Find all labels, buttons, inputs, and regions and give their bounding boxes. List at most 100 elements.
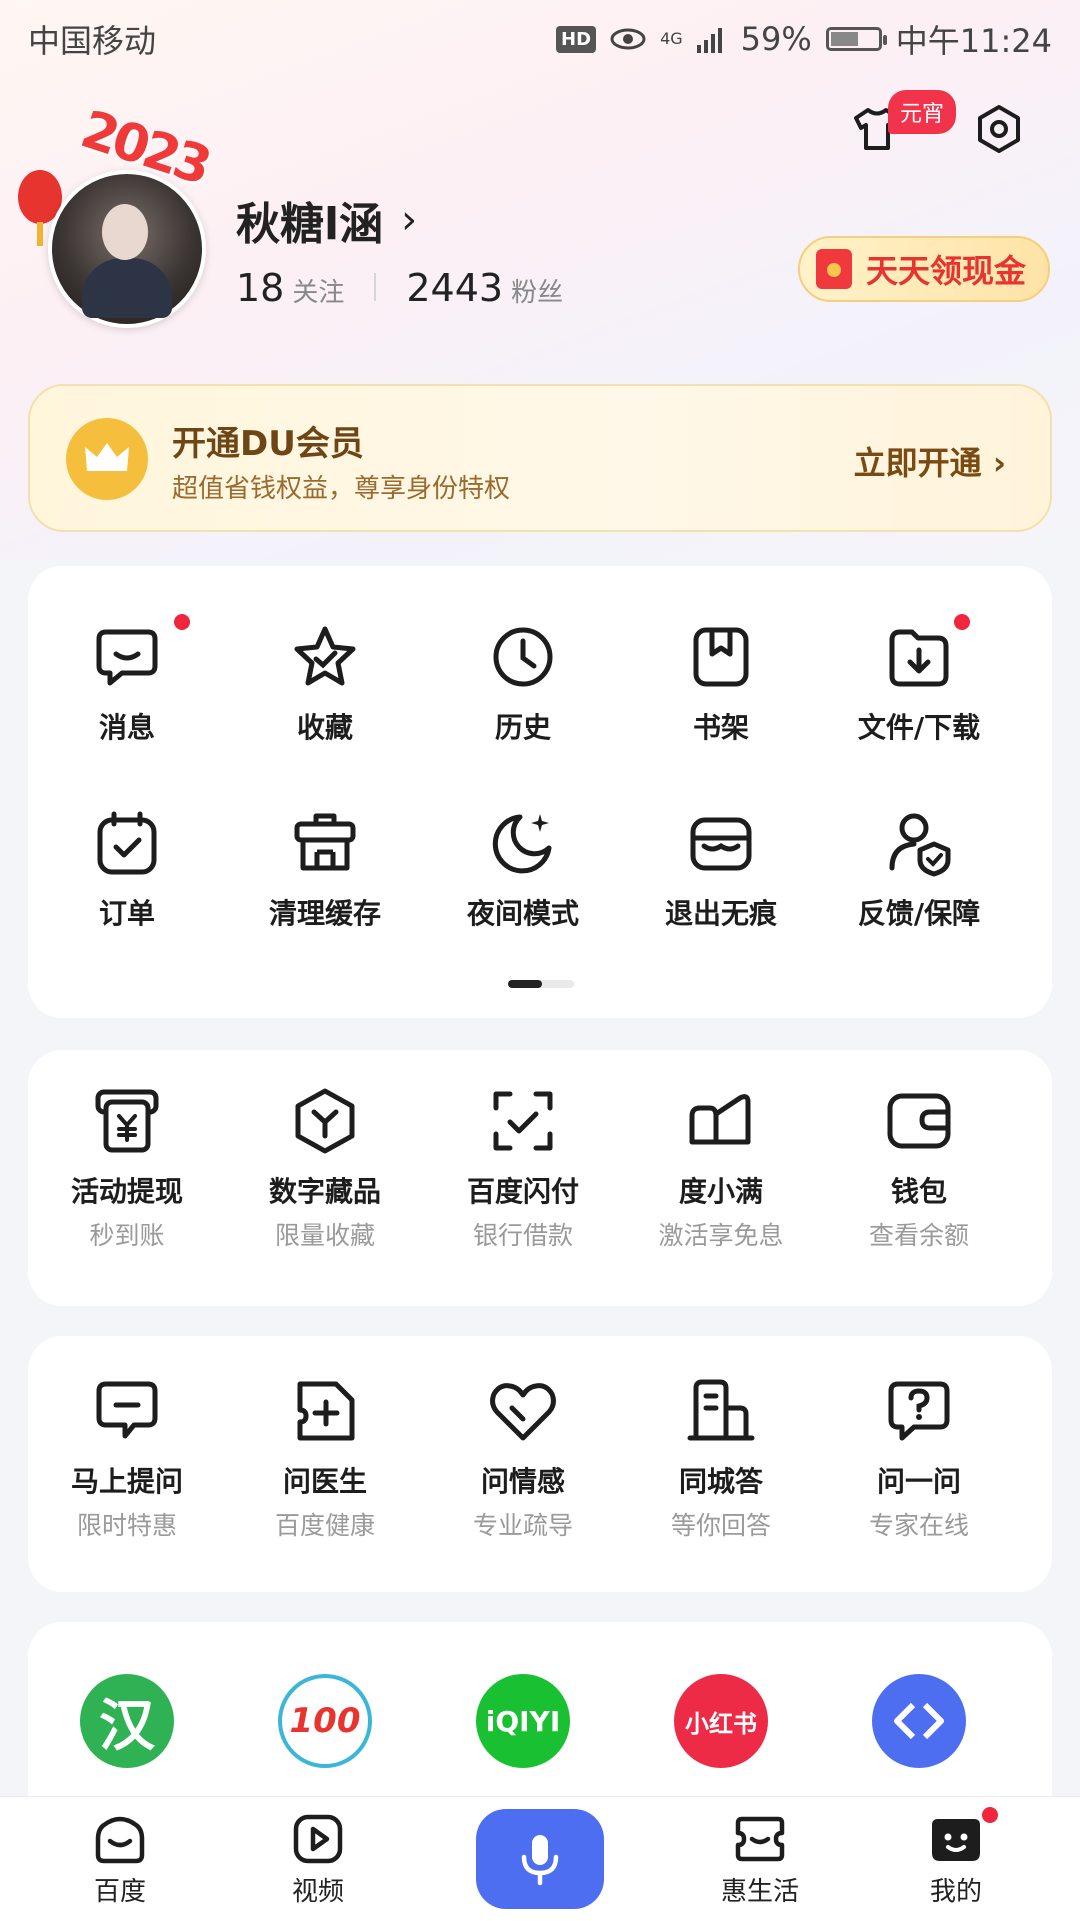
daily-cash-button[interactable]: 天天领现金 <box>798 236 1050 302</box>
voice-search-button[interactable] <box>476 1809 604 1909</box>
order-icon <box>97 811 157 875</box>
scan-pay-icon <box>493 1091 553 1151</box>
app-zuoyebang[interactable]: 100 <box>226 1674 424 1768</box>
ask-question[interactable]: 问一问 专家在线 <box>820 1376 1018 1542</box>
ask-bubble-icon <box>96 1381 158 1439</box>
withdraw-icon <box>95 1089 159 1153</box>
clock: 中午11:24 <box>895 22 1052 60</box>
tools-row-2: 订单 清理缓存 夜间模式 退出无痕 反馈/保障 <box>28 808 1052 932</box>
finance-label: 数字藏品 <box>268 1175 381 1208</box>
chevron-right-icon: › <box>401 197 418 243</box>
red-envelope-icon <box>816 249 852 289</box>
vip-subtitle: 超值省钱权益，尊享身份特权 <box>172 474 511 504</box>
doctor-icon <box>297 1381 355 1441</box>
hd-icon: HD <box>556 25 597 53</box>
bottom-nav: 百度 视频 惠生活 我的 <box>0 1796 1080 1921</box>
app-iqiyi[interactable]: iQIYI <box>424 1674 622 1768</box>
daily-cash-label: 天天领现金 <box>866 252 1027 290</box>
finance-withdraw[interactable]: 活动提现 秒到账 <box>28 1086 226 1252</box>
moon-icon <box>492 814 552 874</box>
vip-banner[interactable]: 开通DU会员 超值省钱权益，尊享身份特权 立即开通 › <box>28 384 1052 532</box>
finance-label: 度小满 <box>678 1175 763 1208</box>
finance-collectibles[interactable]: 数字藏品 限量收藏 <box>226 1086 424 1252</box>
ask-sub: 限时特惠 <box>76 1511 177 1540</box>
eye-icon <box>610 28 646 50</box>
hanyu-app-icon: 汉 <box>80 1674 174 1768</box>
tool-clear-cache[interactable]: 清理缓存 <box>226 808 424 932</box>
tool-favorites[interactable]: 收藏 <box>226 622 424 746</box>
nav-mine[interactable]: 我的 <box>896 1807 1016 1908</box>
ask-local[interactable]: 同城答 等你回答 <box>622 1376 820 1542</box>
follow-label[interactable]: 关注 <box>292 272 344 309</box>
app-xiaohongshu[interactable]: 小红书 <box>622 1674 820 1768</box>
finance-sub: 银行借款 <box>472 1221 573 1250</box>
iqiyi-app-icon: iQIYI <box>476 1674 570 1768</box>
finance-wallet[interactable]: 钱包 查看余额 <box>820 1086 1018 1252</box>
carrier-label: 中国移动 <box>28 22 157 60</box>
tool-label: 清理缓存 <box>268 897 381 930</box>
network-type: 4G <box>660 29 683 48</box>
nav-label: 我的 <box>929 1877 982 1907</box>
nav-video[interactable]: 视频 <box>258 1811 378 1908</box>
follow-stats: 18 关注 2443 粉丝 <box>236 266 563 310</box>
ask-sub: 专家在线 <box>868 1511 969 1540</box>
apps-row: 汉 100 iQIYI 小红书 <box>28 1674 1052 1768</box>
app-blue[interactable] <box>820 1674 1018 1768</box>
fans-count[interactable]: 2443 <box>406 266 503 310</box>
tool-label: 夜间模式 <box>466 897 579 930</box>
ask-now[interactable]: 马上提问 限时特惠 <box>28 1376 226 1542</box>
nav-label: 视频 <box>291 1877 344 1907</box>
tool-night-mode[interactable]: 夜间模式 <box>424 808 622 932</box>
vip-open-button[interactable]: 立即开通 › <box>854 438 1006 484</box>
duxiaoman-icon <box>689 1094 751 1145</box>
ask-label: 马上提问 <box>70 1465 183 1498</box>
tool-history[interactable]: 历史 <box>424 622 622 746</box>
crown-icon <box>66 418 148 500</box>
finance-card: 活动提现 秒到账 数字藏品 限量收藏 百度闪付 银行借款 度小满 激活享免息 钱… <box>28 1050 1052 1306</box>
ask-doctor[interactable]: 问医生 百度健康 <box>226 1376 424 1542</box>
tool-orders[interactable]: 订单 <box>28 808 226 932</box>
ask-emotion[interactable]: 问情感 专业疏导 <box>424 1376 622 1542</box>
finance-flashpay[interactable]: 百度闪付 银行借款 <box>424 1086 622 1252</box>
signal-icon <box>696 28 722 53</box>
tool-label: 收藏 <box>296 711 353 744</box>
tool-downloads[interactable]: 文件/下载 <box>820 614 1018 746</box>
ask-sub: 等你回答 <box>670 1511 771 1540</box>
microphone-icon <box>521 1835 559 1886</box>
mine-face-icon <box>932 1819 980 1861</box>
vip-open-label: 立即开通 <box>853 444 982 482</box>
mine-red-dot <box>982 1807 998 1823</box>
tools-card: 消息 收藏 历史 书架 文件/下载 订单 清理缓存 夜间模式 退出无痕 反馈/保… <box>28 566 1052 1018</box>
username[interactable]: 秋糖l涵 › <box>236 188 417 252</box>
tool-bookshelf[interactable]: 书架 <box>622 622 820 746</box>
heart-icon <box>490 1383 556 1441</box>
tool-messages[interactable]: 消息 <box>28 614 226 746</box>
baidu-home-icon <box>95 1816 145 1864</box>
building-icon <box>687 1379 755 1441</box>
finance-sub: 秒到账 <box>89 1221 165 1250</box>
avatar[interactable] <box>48 170 206 328</box>
download-folder-icon <box>889 629 949 687</box>
tool-label: 反馈/保障 <box>857 897 981 930</box>
settings-gear-icon[interactable] <box>974 104 1024 154</box>
blue-app-icon <box>872 1674 966 1768</box>
tool-feedback[interactable]: 反馈/保障 <box>820 808 1018 932</box>
message-red-dot <box>174 614 190 630</box>
follow-count[interactable]: 18 <box>236 266 284 310</box>
nav-life[interactable]: 惠生活 <box>700 1811 820 1908</box>
bookshelf-icon <box>693 627 749 687</box>
ticket-icon <box>735 1816 785 1862</box>
ask-label: 同城答 <box>678 1465 763 1498</box>
app-hanyu[interactable]: 汉 <box>28 1674 226 1768</box>
tool-label: 消息 <box>98 711 155 744</box>
wallet-icon <box>887 1093 951 1149</box>
video-play-icon <box>293 1814 343 1864</box>
trash-icon <box>294 813 356 871</box>
fans-label[interactable]: 粉丝 <box>511 272 563 309</box>
zuoyebang-app-icon: 100 <box>278 1674 372 1768</box>
ask-label: 问一问 <box>876 1465 961 1498</box>
xiaohongshu-app-icon: 小红书 <box>674 1674 768 1768</box>
tool-exit-incognito[interactable]: 退出无痕 <box>622 808 820 932</box>
nav-home[interactable]: 百度 <box>60 1811 180 1908</box>
finance-duxiaoman[interactable]: 度小满 激活享免息 <box>622 1086 820 1252</box>
